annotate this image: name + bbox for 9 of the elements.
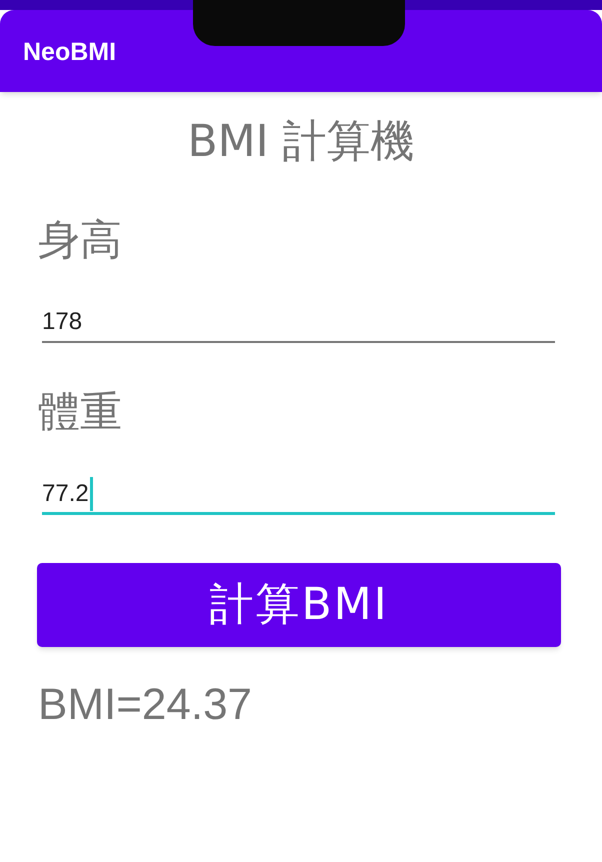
bmi-result: BMI=24.37 bbox=[38, 683, 252, 727]
field-label: 體重 bbox=[38, 391, 122, 433]
input-field[interactable]: 77.2 bbox=[42, 475, 555, 515]
field-label: 身高 bbox=[38, 219, 122, 261]
page-heading: BMI 計算機 bbox=[187, 120, 415, 164]
app-title: NeoBMI bbox=[23, 37, 116, 68]
input-field[interactable]: 178 bbox=[42, 303, 555, 343]
calculate-button[interactable]: 計算BMI bbox=[37, 563, 561, 647]
text-cursor bbox=[90, 476, 93, 510]
